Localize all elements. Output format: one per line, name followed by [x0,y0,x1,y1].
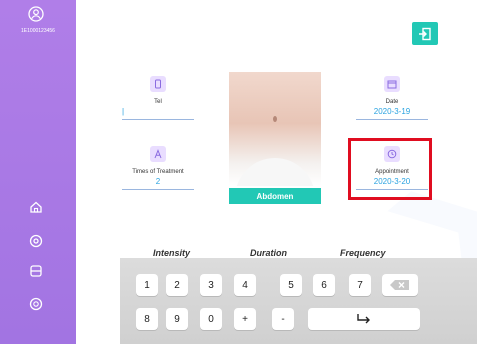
tel-underline [122,119,194,120]
times-value[interactable]: 2 [122,177,194,187]
calendar-icon [384,76,400,92]
duration-label[interactable]: Duration [250,248,287,258]
key-1[interactable]: 1 [136,274,158,296]
key-9[interactable]: 9 [166,308,188,330]
backspace-icon [390,280,409,290]
key-8[interactable]: 8 [136,308,158,330]
key-2[interactable]: 2 [166,274,188,296]
palette-icon[interactable] [29,297,43,311]
save-icon[interactable] [29,264,43,278]
intensity-label[interactable]: Intensity [153,248,190,258]
enter-key[interactable] [308,308,420,330]
times-underline [122,189,194,190]
key-4[interactable]: 4 [234,274,256,296]
key-plus[interactable]: + [234,308,256,330]
times-of-treatment-field[interactable]: Times of Treatment 2 [122,146,194,190]
underwear-shape [235,158,315,186]
home-icon[interactable] [29,200,43,214]
key-3[interactable]: 3 [200,274,222,296]
key-minus[interactable]: - [272,308,294,330]
date-label: Date [385,99,399,105]
date-underline [356,119,428,120]
appointment-highlight-box [348,138,432,200]
user-icon[interactable] [28,6,44,22]
times-label: Times of Treatment [132,169,184,175]
tel-input[interactable]: | [122,107,194,117]
key-7[interactable]: 7 [349,274,371,296]
navel-mark [273,116,277,122]
logout-icon [419,27,431,40]
user-id: 1E1000123456 [21,28,55,34]
tel-field[interactable]: Tel | [122,76,194,120]
sidebar: 1E1000123456 [0,0,76,344]
settings-icon[interactable] [29,234,43,248]
key-0[interactable]: 0 [200,308,222,330]
frequency-label[interactable]: Frequency [340,248,386,258]
date-value[interactable]: 2020-3-19 [356,107,428,117]
phone-icon [150,76,166,92]
enter-icon [357,314,370,324]
body-area-image[interactable] [229,72,321,186]
numeric-keyboard: 1 2 3 4 5 6 7 8 9 0 + - [120,258,477,344]
body-area-label[interactable]: Abdomen [229,188,321,204]
letter-a-icon [150,146,166,162]
backspace-key[interactable] [382,274,418,296]
key-5[interactable]: 5 [280,274,302,296]
exit-button[interactable] [412,22,438,45]
tel-label: Tel [154,99,162,105]
date-field[interactable]: Date 2020-3-19 [356,76,428,120]
key-6[interactable]: 6 [313,274,335,296]
